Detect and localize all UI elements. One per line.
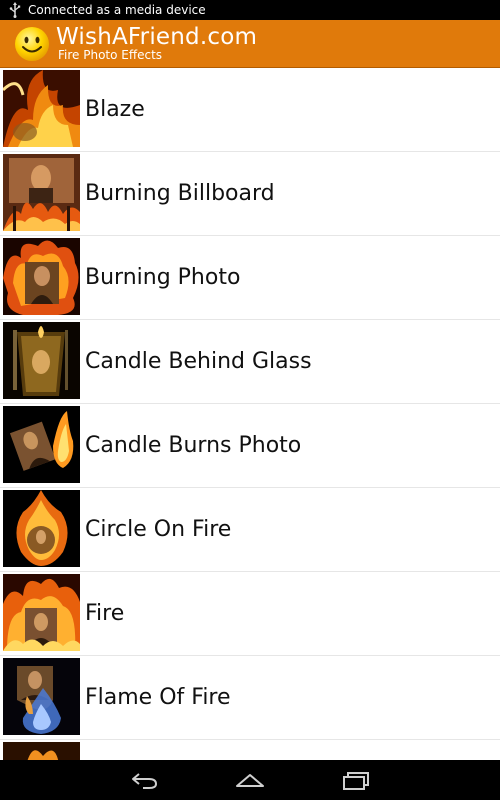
effect-label: Fire	[85, 601, 125, 626]
effect-label: Flame Of Fire	[85, 685, 231, 710]
effect-item-burning-photo[interactable]: Burning Photo	[0, 236, 500, 320]
effect-item-flame-of-fire[interactable]: Flame Of Fire	[0, 656, 500, 740]
blaze-thumbnail	[3, 70, 80, 147]
effect-item-partial[interactable]	[0, 740, 500, 760]
effect-label: Burning Photo	[85, 265, 241, 290]
effect-item-candle-behind-glass[interactable]: Candle Behind Glass	[0, 320, 500, 404]
effect-item-fire[interactable]: Fire	[0, 572, 500, 656]
app-title: WishAFriend.com	[56, 24, 258, 50]
usb-icon	[9, 2, 21, 18]
effect-label: Candle Burns Photo	[85, 433, 302, 458]
fire-thumbnail	[3, 574, 80, 651]
effect-label: Blaze	[85, 97, 145, 122]
effect-label: Burning Billboard	[85, 181, 275, 206]
home-icon[interactable]	[235, 768, 265, 792]
status-bar: Connected as a media device	[0, 0, 500, 20]
back-icon[interactable]	[129, 768, 159, 792]
effect-item-blaze[interactable]: Blaze	[0, 68, 500, 152]
smiley-icon	[14, 26, 50, 62]
partial-thumbnail	[3, 742, 80, 760]
candle-behind-glass-thumbnail	[3, 322, 80, 399]
flame-of-fire-thumbnail	[3, 658, 80, 735]
effect-label: Candle Behind Glass	[85, 349, 312, 374]
navigation-bar	[0, 760, 500, 800]
effect-label: Circle On Fire	[85, 517, 232, 542]
effect-item-circle-on-fire[interactable]: Circle On Fire	[0, 488, 500, 572]
burning-billboard-thumbnail	[3, 154, 80, 231]
candle-burns-photo-thumbnail	[3, 406, 80, 483]
burning-photo-thumbnail	[3, 238, 80, 315]
recent-apps-icon[interactable]	[341, 768, 371, 792]
screen: Connected as a media device WishAFriend.…	[0, 0, 500, 800]
status-text: Connected as a media device	[28, 3, 206, 17]
effect-item-candle-burns-photo[interactable]: Candle Burns Photo	[0, 404, 500, 488]
effects-list[interactable]: Blaze Burning Billboard Burning Photo Ca…	[0, 68, 500, 760]
circle-on-fire-thumbnail	[3, 490, 80, 567]
app-subtitle: Fire Photo Effects	[58, 48, 163, 62]
effect-item-burning-billboard[interactable]: Burning Billboard	[0, 152, 500, 236]
app-header: WishAFriend.com Fire Photo Effects	[0, 20, 500, 68]
